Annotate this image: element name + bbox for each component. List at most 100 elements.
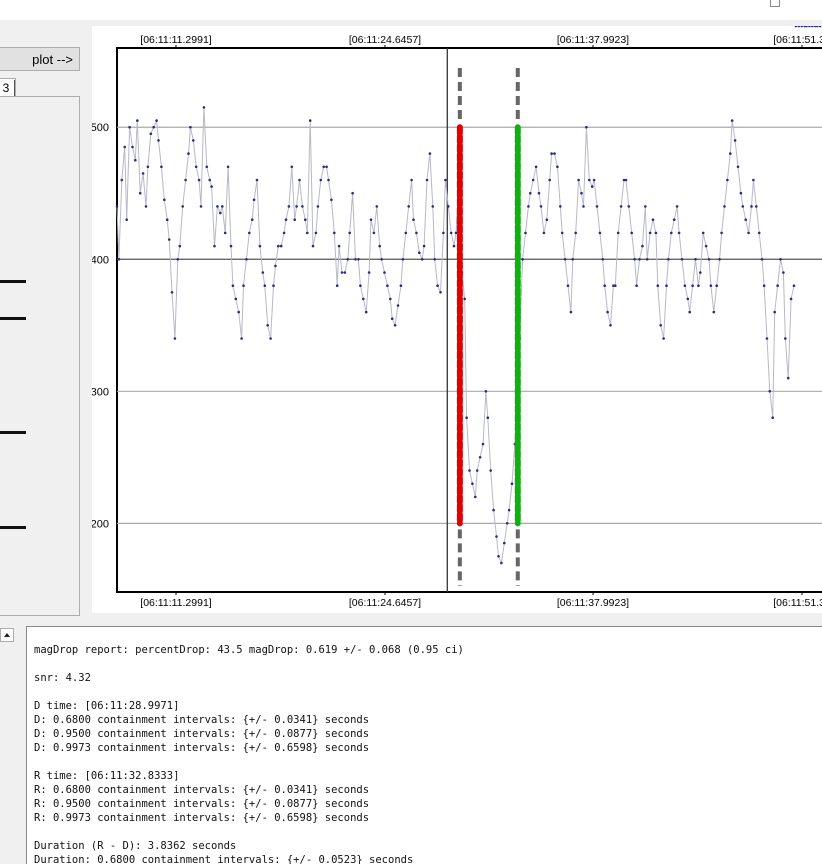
data-point xyxy=(503,541,506,545)
data-point xyxy=(415,231,418,235)
data-point xyxy=(489,469,493,472)
data-point xyxy=(672,218,676,221)
data-point xyxy=(157,139,160,142)
data-point xyxy=(569,310,573,314)
data-point xyxy=(784,337,787,340)
data-point xyxy=(704,244,708,248)
data-point xyxy=(301,205,304,208)
data-point xyxy=(729,152,732,155)
data-point xyxy=(123,145,126,149)
data-point xyxy=(585,125,588,129)
data-point xyxy=(160,165,163,169)
data-point xyxy=(170,291,174,294)
data-point xyxy=(495,535,498,538)
magdrop-report-textbox[interactable]: magDrop report: percentDrop: 43.5 magDro… xyxy=(26,626,822,864)
data-point xyxy=(635,284,638,288)
data-point xyxy=(146,165,150,169)
report-line: snr: 4.32 xyxy=(34,672,91,684)
data-point xyxy=(779,258,782,261)
data-point xyxy=(701,231,705,235)
slider-marker xyxy=(0,431,26,434)
light-curve-plot[interactable]: 200 300 400 500 [06:11:11.2991] [06:11:11.299… xyxy=(92,26,822,613)
data-point xyxy=(595,205,599,208)
data-point xyxy=(486,416,490,420)
data-point xyxy=(752,178,755,182)
data-point xyxy=(386,284,389,288)
data-point xyxy=(173,337,177,340)
plot-button[interactable]: plot --> xyxy=(0,47,80,71)
data-point xyxy=(534,165,538,169)
data-point xyxy=(252,198,256,202)
data-point xyxy=(393,324,397,327)
data-point xyxy=(529,191,532,195)
data-point xyxy=(383,271,386,274)
window-title-bar xyxy=(0,0,822,20)
data-point xyxy=(794,26,798,28)
data-point xyxy=(789,297,793,301)
data-point xyxy=(378,244,382,248)
data-point xyxy=(298,178,301,182)
data-point xyxy=(665,284,668,288)
data-point xyxy=(733,139,737,142)
data-point xyxy=(396,304,400,307)
data-point xyxy=(115,205,119,208)
x-tick-label-bottom: [06:11:37.9923] xyxy=(557,597,629,609)
data-point xyxy=(282,231,286,235)
plot-frame xyxy=(116,47,822,593)
data-point xyxy=(359,284,362,288)
data-point xyxy=(449,231,453,235)
data-point xyxy=(263,284,267,288)
light-curve-chart[interactable]: 200 300 400 500 [06:11:11.2991] [06:11:11.299… xyxy=(92,26,822,613)
data-point xyxy=(223,231,227,235)
data-point xyxy=(380,258,383,261)
data-point xyxy=(550,152,553,155)
data-point xyxy=(295,205,298,208)
data-point xyxy=(120,178,124,182)
data-point xyxy=(505,522,509,525)
data-point xyxy=(630,231,633,235)
data-point xyxy=(138,191,142,195)
restore-window-icon[interactable] xyxy=(770,0,780,7)
data-point xyxy=(194,165,198,169)
data-point xyxy=(670,231,673,235)
data-point xyxy=(141,172,145,175)
data-point xyxy=(401,258,405,261)
data-point xyxy=(542,231,546,235)
report-line xyxy=(34,685,822,699)
data-point xyxy=(641,244,644,248)
data-point xyxy=(465,416,468,420)
data-point xyxy=(316,205,320,208)
data-point xyxy=(723,205,726,208)
data-point xyxy=(226,165,230,169)
data-point xyxy=(776,284,779,288)
data-point xyxy=(818,26,822,28)
data-point xyxy=(202,106,206,109)
data-point xyxy=(125,218,128,221)
x-tick-label-bottom: [06:11:11.2991] xyxy=(140,597,212,609)
scroll-up-arrow-icon[interactable] xyxy=(0,628,14,642)
data-point xyxy=(614,284,617,288)
data-point xyxy=(768,390,772,393)
data-point xyxy=(189,125,192,129)
report-line: D: 0.6800 containment intervals: {+/- 0.… xyxy=(34,714,370,726)
data-point xyxy=(258,244,262,248)
data-point xyxy=(205,165,209,169)
data-point xyxy=(287,205,291,208)
data-point xyxy=(131,145,134,149)
data-point xyxy=(425,178,429,182)
data-point xyxy=(697,284,700,288)
data-point xyxy=(272,284,275,288)
data-point xyxy=(709,284,713,288)
data-point xyxy=(422,244,426,248)
report-line xyxy=(34,657,822,671)
data-point xyxy=(475,469,479,472)
data-point xyxy=(645,258,649,261)
data-point xyxy=(510,482,514,486)
data-point xyxy=(231,284,235,288)
data-point xyxy=(314,231,318,235)
data-point xyxy=(389,297,392,301)
data-point xyxy=(588,178,591,182)
data-point xyxy=(308,119,312,122)
data-point xyxy=(577,178,580,182)
data-point xyxy=(474,495,477,499)
